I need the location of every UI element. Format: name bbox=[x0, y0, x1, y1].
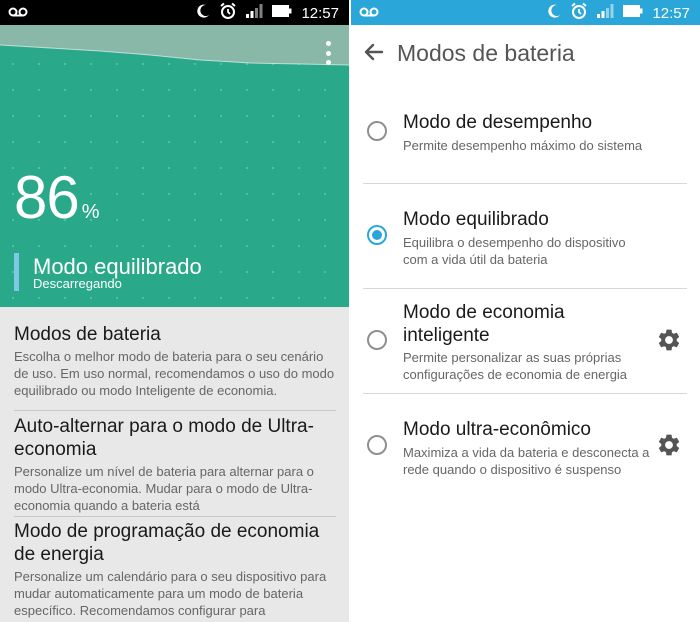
gear-icon[interactable] bbox=[656, 327, 682, 353]
battery-status-label: Descarregando bbox=[33, 276, 122, 291]
gear-icon[interactable] bbox=[656, 432, 682, 458]
option-divider bbox=[363, 183, 687, 184]
clock: 12:57 bbox=[652, 5, 690, 22]
battery-modes-screen: 12:57 Modos de bateria Modo de desempenh… bbox=[351, 0, 700, 622]
radio-balanced[interactable] bbox=[367, 225, 387, 245]
option-smart-saving-mode[interactable]: Modo de economia inteligente Permite per… bbox=[351, 298, 700, 392]
alarm-icon bbox=[219, 2, 237, 25]
section-description: Personalize um calendário para o seu dis… bbox=[14, 569, 327, 618]
option-title: Modo de economia inteligente bbox=[403, 302, 565, 346]
option-ultra-saving-mode[interactable]: Modo ultra-econômico Maximiza a vida da … bbox=[351, 405, 700, 495]
alarm-icon bbox=[570, 2, 588, 25]
section-title: Auto-alternar para o modo de Ultra-econo… bbox=[14, 416, 314, 460]
voicemail-icon bbox=[8, 4, 28, 23]
option-description: Permite desempenho máximo do sistema bbox=[403, 138, 643, 153]
section-power-saving-schedule[interactable]: Modo de programação de economia de energ… bbox=[14, 520, 336, 622]
back-arrow-icon[interactable] bbox=[361, 39, 387, 65]
battery-percent-sign: % bbox=[81, 201, 100, 223]
battery-percent-value: 86 bbox=[14, 164, 80, 231]
voicemail-icon bbox=[359, 4, 379, 23]
option-divider bbox=[363, 288, 687, 289]
option-divider bbox=[363, 393, 687, 394]
section-description: Escolha o melhor modo de bateria para o … bbox=[14, 349, 335, 398]
status-bar: 12:57 bbox=[351, 0, 700, 25]
battery-icon bbox=[622, 4, 644, 23]
section-auto-switch-ultra[interactable]: Auto-alternar para o modo de Ultra-econo… bbox=[14, 415, 336, 515]
radio-smart-saving[interactable] bbox=[367, 330, 387, 350]
radio-performance[interactable] bbox=[367, 121, 387, 141]
option-description: Equilibra o desempenho do dispositivo co… bbox=[403, 235, 626, 267]
section-divider bbox=[14, 410, 336, 411]
option-title: Modo ultra-econômico bbox=[403, 419, 591, 440]
status-bar: 12:57 bbox=[0, 0, 349, 25]
signal-icon bbox=[245, 3, 263, 24]
section-divider bbox=[14, 516, 336, 517]
battery-percentage: 86% bbox=[14, 168, 100, 228]
signal-icon bbox=[596, 3, 614, 24]
battery-overview-screen: 12:57 86% Modo equilibrado Descarregando… bbox=[0, 0, 349, 622]
option-description: Permite personalizar as suas próprias co… bbox=[403, 350, 628, 382]
section-title: Modos de bateria bbox=[14, 324, 161, 345]
option-title: Modo de desempenho bbox=[403, 112, 593, 133]
option-performance-mode[interactable]: Modo de desempenho Permite desempenho má… bbox=[351, 100, 700, 182]
mode-indicator-bar bbox=[14, 253, 19, 291]
clock: 12:57 bbox=[301, 5, 339, 22]
more-options-icon[interactable] bbox=[323, 41, 333, 65]
app-bar: Modos de bateria bbox=[351, 25, 700, 81]
radio-ultra-saving[interactable] bbox=[367, 435, 387, 455]
page-title: Modos de bateria bbox=[397, 40, 575, 66]
battery-icon bbox=[271, 4, 293, 23]
section-description: Personalize um nível de bateria para alt… bbox=[14, 464, 314, 513]
section-battery-modes[interactable]: Modos de bateria Escolha o melhor modo d… bbox=[14, 323, 336, 399]
option-balanced-mode[interactable]: Modo equilibrado Equilibra o desempenho … bbox=[351, 195, 700, 287]
option-title: Modo equilibrado bbox=[403, 209, 549, 230]
moon-icon bbox=[546, 3, 562, 24]
moon-icon bbox=[195, 3, 211, 24]
option-description: Maximiza a vida da bateria e desconecta … bbox=[403, 445, 650, 477]
section-title: Modo de programação de economia de energ… bbox=[14, 521, 320, 565]
